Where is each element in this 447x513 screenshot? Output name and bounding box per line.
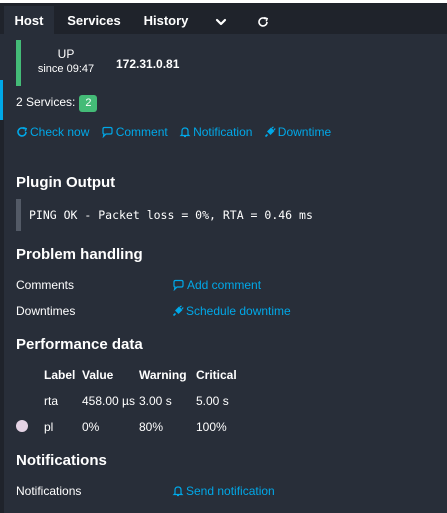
tab-bar: Host Services History [0, 0, 447, 37]
problem-handling-heading: Problem handling [16, 246, 143, 263]
downtime-label: Downtime [277, 125, 332, 139]
host-address: 172.31.0.81 [116, 57, 180, 71]
left-accent-bar [0, 80, 3, 120]
host-state-label: UP [57, 47, 75, 61]
downtime-link[interactable]: Downtime [264, 125, 331, 139]
downtimes-label: Downtimes [16, 304, 76, 318]
refresh-button[interactable] [248, 6, 278, 37]
perf-row-pl-critical: 100% [196, 420, 227, 434]
tab-host[interactable]: Host [4, 6, 54, 37]
perf-row-rta-label: rta [44, 394, 59, 408]
services-summary[interactable]: 2 Services: 2 [16, 95, 98, 112]
host-state-indicator [16, 40, 21, 86]
schedule-downtime-link[interactable]: Schedule downtime [172, 304, 291, 318]
perf-pl-pie-indicator [16, 420, 28, 432]
notifications-heading: Notifications [16, 452, 107, 469]
perf-row-rta-value: 458.00 µs [82, 394, 135, 408]
perf-row-pl-label: pl [44, 420, 54, 434]
add-comment-link[interactable]: Add comment [172, 278, 261, 292]
perf-header-warning: Warning [139, 368, 187, 382]
notification-link[interactable]: Notification [179, 125, 252, 139]
comments-label: Comments [16, 278, 75, 292]
check-now-link[interactable]: Check now [16, 125, 89, 139]
plug-icon [172, 305, 184, 317]
perf-header-critical: Critical [196, 368, 237, 382]
host-state-since: since 09:47 [37, 63, 95, 75]
notifications-label: Notifications [16, 484, 82, 498]
schedule-downtime-label: Schedule downtime [186, 304, 291, 318]
comment-icon [173, 279, 184, 292]
left-edge [0, 120, 4, 513]
plugin-output-box: PING OK - Packet loss = 0%, RTA = 0.46 m… [16, 199, 442, 231]
perf-row-rta-critical: 5.00 s [196, 394, 229, 408]
perf-row-pl-warning: 80% [139, 420, 164, 434]
send-notification-label: Send notification [186, 484, 275, 498]
check-now-label: Check now [30, 125, 90, 139]
refresh-icon [258, 16, 269, 27]
plugin-output-text: PING OK - Packet loss = 0%, RTA = 0.46 m… [29, 208, 313, 222]
tab-history[interactable]: History [136, 6, 196, 37]
services-ok-badge: 2 [79, 95, 98, 112]
perf-row-rta-warning: 3.00 s [139, 394, 172, 408]
host-state: UP since 09:47 [36, 47, 96, 77]
bell-icon [179, 127, 191, 138]
performance-data-heading: Performance data [16, 336, 143, 353]
services-summary-label: 2 Services: [16, 95, 76, 109]
comment-icon [102, 126, 113, 139]
plug-icon [264, 126, 276, 138]
bell-icon [172, 486, 184, 497]
quick-actions: Check now Comment Notification Downtime [16, 125, 339, 139]
perf-row-pl-value: 0% [82, 420, 100, 434]
comment-label: Comment [115, 125, 168, 139]
chevron-down-icon [215, 18, 227, 25]
plugin-output-heading: Plugin Output [16, 174, 116, 191]
add-comment-label: Add comment [187, 278, 262, 292]
tab-services[interactable]: Services [58, 6, 130, 37]
refresh-check-icon [17, 126, 28, 137]
more-tabs-dropdown[interactable] [206, 6, 236, 37]
notification-label: Notification [193, 125, 253, 139]
comment-link[interactable]: Comment [101, 125, 168, 139]
perf-header-value: Value [82, 368, 114, 382]
send-notification-link[interactable]: Send notification [172, 484, 275, 498]
perf-header-label: Label [44, 368, 76, 382]
